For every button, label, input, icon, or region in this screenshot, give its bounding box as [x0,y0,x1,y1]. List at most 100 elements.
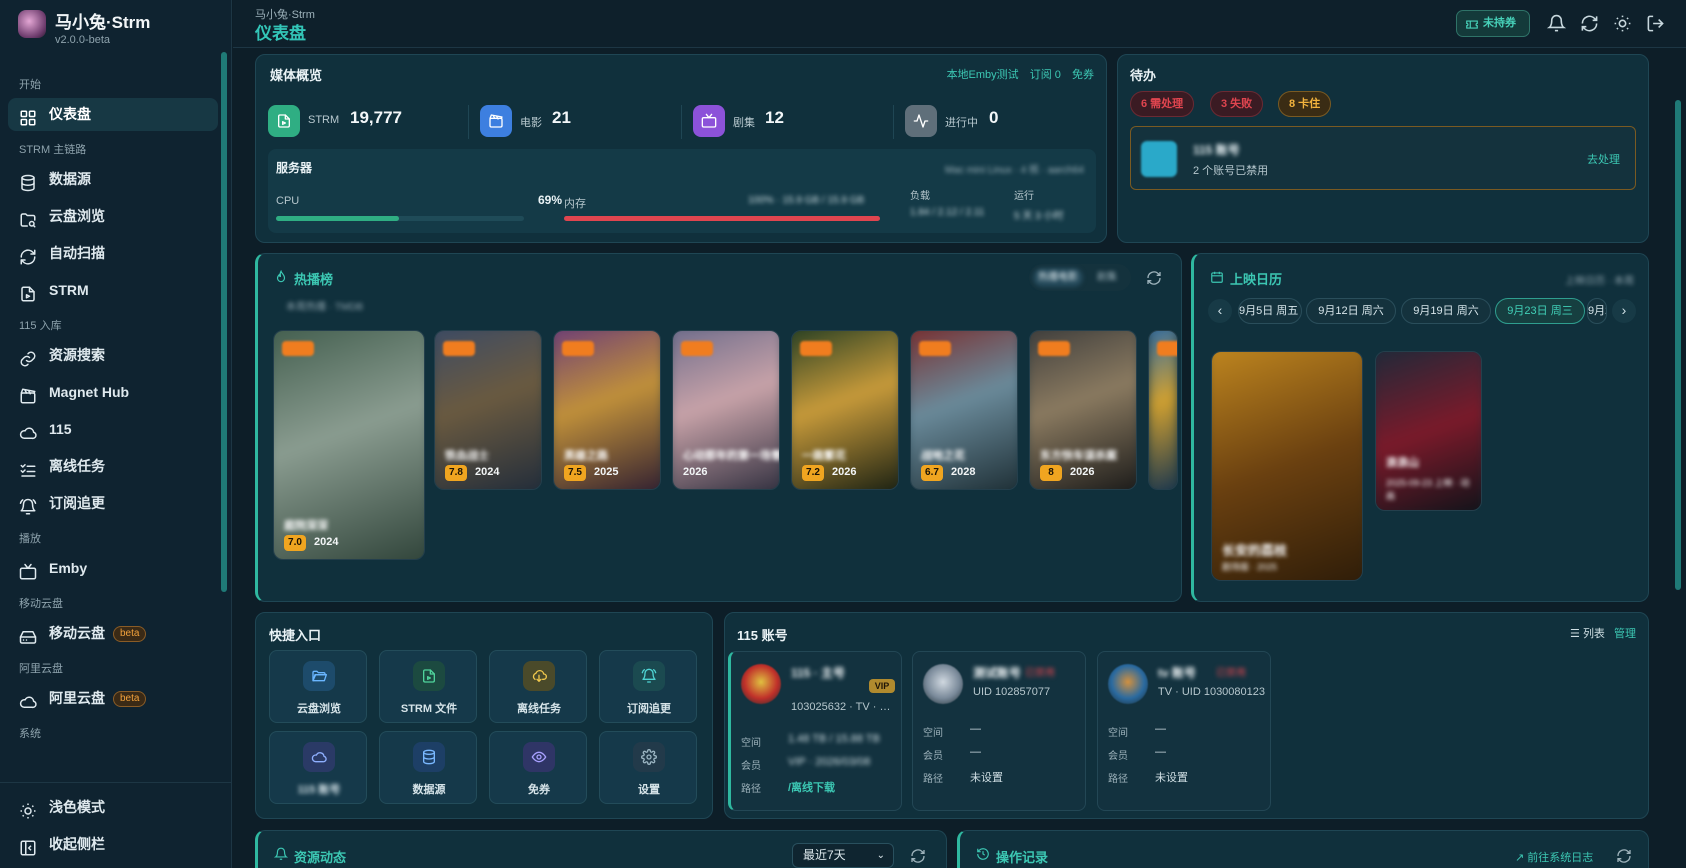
sidebar-item-label: 数据源 [49,171,91,187]
todo-pill-1[interactable]: 3 失败 [1210,91,1264,117]
hot-list-tabs: 热播电影 剧集 [1029,264,1131,291]
nav-section-title: 115 入库 [19,320,62,332]
brand[interactable]: 马小兔·Strm v2.0.0-beta [18,6,228,46]
quick-entry-5[interactable]: 数据源 [379,731,477,804]
cpu-label: CPU [276,195,300,207]
avatar [1108,664,1148,704]
sidebar-item-5-0[interactable]: 阿里云盘 beta [8,682,218,715]
sidebar-item-1-2[interactable]: 自动扫描 [8,237,218,270]
refresh-icon[interactable] [1580,14,1599,33]
main-scrollbar[interactable] [1675,100,1681,590]
account-card-1[interactable]: 测试账号 已禁用 UID 102857077 空间 — 会员 — 路径 未设置 [912,651,1086,811]
sidebar-item-2-2[interactable]: 115 [8,413,218,446]
calendar-meta: 上映日历 · 本周 [1565,276,1634,287]
poster-subtitle: 剧场版 · 2025 [1222,562,1278,572]
emby-server-link[interactable]: 本地Emby测试 [947,69,1019,81]
score-badge: 8 [1040,465,1062,481]
logout-icon[interactable] [1646,14,1665,33]
quick-entry-0[interactable]: 云盘浏览 [269,650,367,723]
todo-pill-0[interactable]: 6 需处理 [1130,91,1195,117]
list-view-button[interactable]: ☰ 列表 [1570,628,1608,640]
account-card-2[interactable]: tv 账号 已禁用 TV · UID 1030080123 空间 — 会员 — 路径 未设置 [1097,651,1271,811]
refresh-icon[interactable] [1146,270,1162,286]
account-path-value[interactable]: /离线下载 [788,779,835,795]
sidebar-scrollbar[interactable] [221,52,227,592]
list-check-icon [19,458,37,477]
system-log-link[interactable]: ↗ 前往系统日志 [1515,849,1593,865]
quick-entry-4[interactable]: 115 账号 [269,731,367,804]
calendar-poster-1[interactable]: 浪浪山 2025-09-23 上映 · 动画 [1375,351,1482,511]
hot-poster-7[interactable]: TOP 8 [1148,330,1178,490]
subscription-count-link[interactable]: 订阅 0 [1030,69,1061,81]
todo-pill-2[interactable]: 8 卡住 [1278,91,1332,117]
calendar-date-chip[interactable]: 9月26日 周五 [1587,298,1607,324]
sidebar-item-3-0[interactable]: Emby [8,552,218,585]
stat-value: 0 [989,108,999,127]
tv-icon [693,105,725,137]
score-badge: 7.0 [284,535,306,551]
folder-search-icon [19,208,37,228]
ticket-status-button[interactable]: 未持券 [1456,10,1530,37]
sun-icon[interactable] [1613,14,1632,33]
tv-icon [19,560,37,580]
rank-badge: TOP 8 [1157,341,1177,356]
collapse-sidebar-button[interactable]: 收起侧栏 [8,828,218,861]
sidebar-item-1-0[interactable]: 数据源 [8,163,218,196]
poster-year: 2026 [832,466,857,478]
account-member-value: — [970,746,981,758]
sidebar-item-2-1[interactable]: Magnet Hub [8,376,218,409]
calendar-date-chip[interactable]: 9月19日 周六 [1401,298,1491,324]
hot-poster-1[interactable]: TOP 2 铁血战士 7.8 2024 [434,330,542,490]
hot-list-subtitle: 本周热播 · TMDB [286,302,364,313]
manage-accounts-link[interactable]: 管理 [1614,628,1636,640]
refresh-icon[interactable] [1616,848,1632,864]
bell-icon[interactable] [1546,14,1567,33]
hot-poster-2[interactable]: TOP 3 英雄之路 7.5 2025 [553,330,661,490]
calendar-poster-0[interactable]: 长安的荔枝 剧场版 · 2025 [1211,351,1363,581]
sidebar-item-0-0[interactable]: 仪表盘 [8,98,218,131]
todo-action-link[interactable]: 去处理 [1587,151,1620,167]
calendar-next-button[interactable]: › [1612,299,1636,323]
sidebar-item-2-3[interactable]: 离线任务 [8,450,218,483]
time-range-select[interactable]: 最近7天 ⌄ [792,843,894,868]
bell-icon [273,847,289,861]
server-title: 服务器 [276,161,313,175]
calendar-title: 上映日历 [1230,272,1283,287]
account-member-value: — [1155,746,1166,758]
quick-entry-1[interactable]: STRM 文件 [379,650,477,723]
tab-hot-series[interactable]: 剧集 [1087,268,1127,287]
sidebar-item-1-3[interactable]: STRM [8,274,218,307]
quick-entry-label: 设置 [638,784,660,796]
account-member-value: VIP · 2026/03/08 [788,756,871,768]
account-name: tv 账号 [1158,666,1197,680]
sidebar-item-2-4[interactable]: 订阅追更 [8,487,218,520]
tab-hot-movies[interactable]: 热播电影 [1033,268,1083,287]
quick-entry-3[interactable]: 订阅追更 [599,650,697,723]
refresh-icon[interactable] [910,848,926,864]
calendar-prev-button[interactable]: ‹ [1208,299,1232,323]
sidebar-item-label: 移动云盘 [49,625,105,641]
calendar-date-chip[interactable]: 9月23日 周三 [1495,298,1585,324]
theme-toggle-button[interactable]: 浅色模式 [8,791,218,824]
calendar-date-chip[interactable]: 9月5日 周五 [1238,298,1302,324]
hot-poster-4[interactable]: TOP 5 一路繁花 7.2 2026 [791,330,899,490]
sidebar-item-label: 云盘浏览 [49,208,105,224]
account-card-0[interactable]: 115 · 主号 VIP 103025632 · TV · 主账号空间 1.48 TB… [728,651,902,811]
todo-item[interactable]: 115 账号 2 个账号已禁用 去处理 [1130,126,1636,190]
memory-bar [564,216,880,221]
calendar-date-chip[interactable]: 9月12日 周六 [1306,298,1396,324]
hot-poster-5[interactable]: TOP 6 战地之花 6.7 2028 [910,330,1018,490]
sidebar-item-1-1[interactable]: 云盘浏览 [8,200,218,233]
quick-entry-6[interactable]: 免券 [489,731,587,804]
hot-poster-0[interactable]: TOP 1 庭院深深 7.0 2024 [273,330,425,560]
free-ticket-link[interactable]: 免券 [1072,69,1094,81]
quick-entry-2[interactable]: 离线任务 [489,650,587,723]
hot-poster-6[interactable]: TOP 7 东方快车谋杀案 8 2026 [1029,330,1137,490]
resource-activity-title: 资源动态 [294,850,347,865]
sidebar-item-label: 仪表盘 [49,106,91,122]
account-uid: 103025632 · TV · 主账号 [791,701,899,713]
sidebar-item-2-0[interactable]: 资源搜索 [8,339,218,372]
quick-entry-7[interactable]: 设置 [599,731,697,804]
sidebar-item-4-0[interactable]: 移动云盘 beta [8,617,218,650]
hot-poster-3[interactable]: TOP 4 心动那年的第一场雪 2026 [672,330,780,490]
